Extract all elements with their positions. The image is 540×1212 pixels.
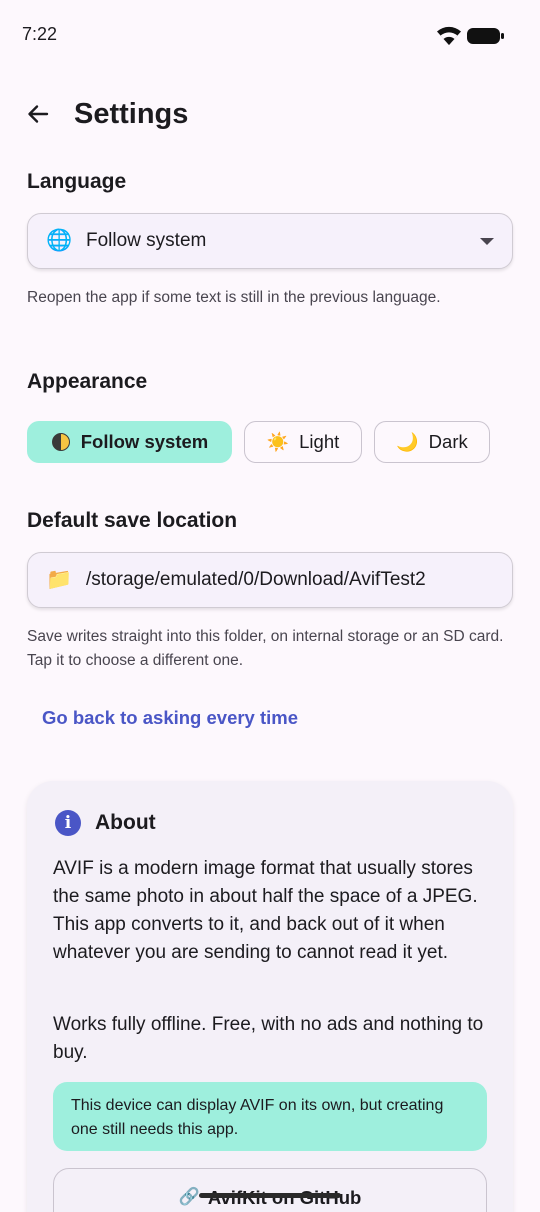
home-indicator[interactable] bbox=[199, 1193, 341, 1198]
about-card: i About AVIF is a modern image format th… bbox=[27, 781, 513, 1212]
language-dropdown[interactable]: 🌐 Follow system bbox=[27, 213, 513, 269]
wifi-icon bbox=[437, 26, 461, 45]
avif-support-note: This device can display AVIF on its own,… bbox=[53, 1082, 487, 1151]
save-location-helper-text: Save writes straight into this folder, o… bbox=[27, 628, 504, 669]
language-value: Follow system bbox=[86, 230, 207, 251]
folder-icon: 📁 bbox=[46, 568, 73, 591]
save-location-field[interactable]: 📁 /storage/emulated/0/Download/AvifTest2 bbox=[27, 552, 513, 608]
half-moon-icon bbox=[51, 432, 71, 452]
appearance-chip-label: Light bbox=[299, 431, 340, 452]
status-time: 7:22 bbox=[22, 24, 58, 44]
dropdown-arrow-icon bbox=[480, 238, 494, 245]
page-title: Settings bbox=[74, 98, 189, 130]
appearance-chip-dark[interactable]: 🌙 Dark bbox=[374, 421, 490, 463]
sun-icon: ☀️ bbox=[266, 432, 290, 452]
appearance-chip-follow-system[interactable]: Follow system bbox=[27, 421, 232, 463]
appearance-chip-light[interactable]: ☀️ Light bbox=[244, 421, 362, 463]
save-location-section-title: Default save location bbox=[27, 509, 238, 532]
back-button[interactable] bbox=[18, 94, 58, 134]
globe-icon: 🌐 bbox=[46, 229, 73, 252]
about-title: About bbox=[95, 811, 156, 834]
about-offline-text: Works fully offline. Free, with no ads a… bbox=[53, 1014, 484, 1063]
moon-icon: 🌙 bbox=[396, 432, 419, 452]
status-bar: 7:22 bbox=[0, 0, 540, 70]
about-description: AVIF is a modern image format that usual… bbox=[53, 858, 478, 963]
save-location-path: /storage/emulated/0/Download/AvifTest2 bbox=[86, 569, 426, 590]
battery-icon bbox=[467, 28, 504, 44]
ask-every-time-button[interactable]: Go back to asking every time bbox=[42, 705, 298, 731]
link-icon: 🔗 bbox=[178, 1187, 200, 1206]
language-helper-text: Reopen the app if some text is still in … bbox=[27, 289, 441, 306]
language-section-title: Language bbox=[27, 170, 127, 193]
appearance-chip-label: Follow system bbox=[80, 431, 209, 452]
arrow-back-icon bbox=[28, 105, 49, 123]
appearance-section-title: Appearance bbox=[27, 370, 148, 393]
settings-screen: 7:22 Settings Language 🌐 Follow system R… bbox=[0, 0, 540, 1212]
appearance-chip-label: Dark bbox=[428, 431, 468, 452]
github-button[interactable]: 🔗 AvifKit on GitHub bbox=[53, 1168, 487, 1212]
github-button-label: AvifKit on GitHub bbox=[208, 1187, 361, 1209]
info-icon: i bbox=[55, 810, 81, 836]
